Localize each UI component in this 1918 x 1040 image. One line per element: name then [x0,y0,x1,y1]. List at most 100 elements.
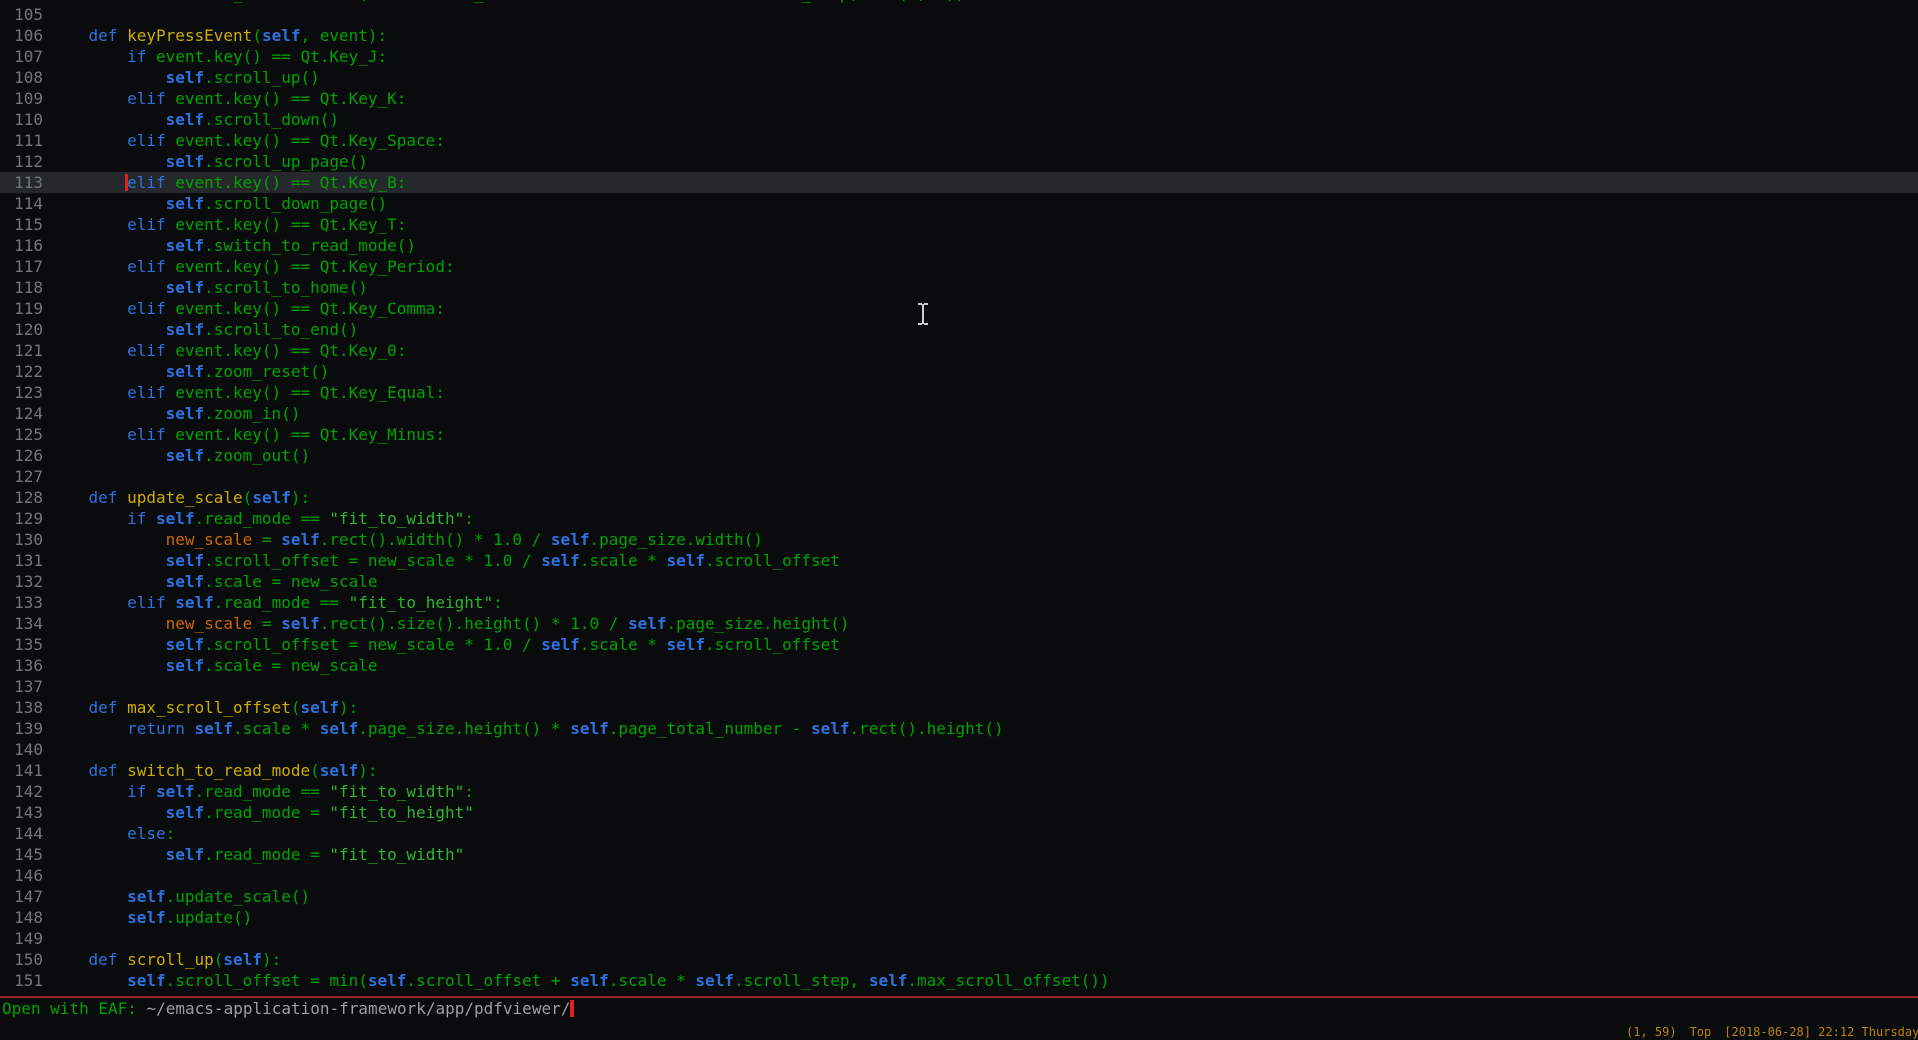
token: def [89,26,118,45]
code-line[interactable]: 139 return self.scale * self.page_size.h… [0,718,1918,739]
token [117,950,127,969]
token [166,593,176,612]
code-line[interactable]: 138 def max_scroll_offset(self): [0,697,1918,718]
code-line[interactable]: 120 self.scroll_to_end() [0,319,1918,340]
token: ( [310,761,320,780]
code-line[interactable]: 110 self.scroll_down() [0,109,1918,130]
token [50,551,166,570]
code-line[interactable]: 149 [0,928,1918,949]
line-number: 123 [0,382,43,403]
code-text: self.scale = new_scale [50,655,378,676]
token: : [464,782,474,801]
code-line[interactable]: 116 self.switch_to_read_mode() [0,235,1918,256]
code-line[interactable]: 128 def update_scale(self): [0,487,1918,508]
code-line[interactable]: 118 self.scroll_to_home() [0,277,1918,298]
token [146,509,156,528]
code-line[interactable]: 145 self.read_mode = "fit_to_width" [0,844,1918,865]
code-line[interactable]: 147 self.update_scale() [0,886,1918,907]
line-number: 106 [0,25,43,46]
token: .rect().width() * 1.0 / [320,530,551,549]
token: : [166,824,176,843]
code-line[interactable]: 151 self.scroll_offset = min(self.scroll… [0,970,1918,991]
token: new_scale [166,530,253,549]
code-line[interactable]: 133 elif self.read_mode == "fit_to_heigh… [0,592,1918,613]
code-line[interactable]: 121 elif event.key() == Qt.Key_0: [0,340,1918,361]
code-text: self.scroll_down_page() [50,193,387,214]
code-line[interactable]: 132 self.scale = new_scale [0,571,1918,592]
code-line[interactable]: 141 def switch_to_read_mode(self): [0,760,1918,781]
token [50,950,89,969]
code-text: elif event.key() == Qt.Key_B: [50,172,406,193]
token [50,152,166,171]
code-line[interactable]: 114 self.scroll_down_page() [0,193,1918,214]
code-line[interactable]: 140 [0,739,1918,760]
code-editor-buffer[interactable]: 104 self.scroll_offset = max(self.scroll… [0,0,1918,991]
code-line[interactable]: 130 new_scale = self.rect().width() * 1.… [0,529,1918,550]
code-line[interactable]: 148 self.update() [0,907,1918,928]
code-line[interactable]: 115 elif event.key() == Qt.Key_T: [0,214,1918,235]
code-text: def keyPressEvent(self, event): [50,25,387,46]
code-line[interactable]: 126 self.zoom_out() [0,445,1918,466]
code-line[interactable]: 109 elif event.key() == Qt.Key_K: [0,88,1918,109]
code-line[interactable]: 131 self.scroll_offset = new_scale * 1.0… [0,550,1918,571]
code-line[interactable]: 124 self.zoom_in() [0,403,1918,424]
token: .read_mode == [195,509,330,528]
token: new_scale [166,614,253,633]
code-line[interactable]: 135 self.scroll_offset = new_scale * 1.0… [0,634,1918,655]
token: scroll_up [127,950,214,969]
minibuffer[interactable]: Open with EAF: ~/emacs-application-frame… [2,998,574,1019]
code-line[interactable]: 122 self.zoom_reset() [0,361,1918,382]
token: .zoom_in() [204,404,300,423]
line-number: 149 [0,928,43,949]
token [50,215,127,234]
code-text: self.zoom_out() [50,445,310,466]
minibuffer-input[interactable]: ~/emacs-application-framework/app/pdfvie… [147,999,571,1018]
code-line[interactable]: 137 [0,676,1918,697]
code-text: self.read_mode = "fit_to_height" [50,802,474,823]
code-text: new_scale = self.rect().size().height() … [50,613,850,634]
code-line[interactable]: 106 def keyPressEvent(self, event): [0,25,1918,46]
code-line[interactable]: 143 self.read_mode = "fit_to_height" [0,802,1918,823]
token: ( [252,26,262,45]
token [50,341,127,360]
code-line[interactable]: 107 if event.key() == Qt.Key_J: [0,46,1918,67]
token: .scroll_offset [705,551,840,570]
token: "fit_to_width" [329,845,464,864]
code-line[interactable]: 146 [0,865,1918,886]
token: .scale = new_scale [204,656,377,675]
code-line[interactable]: 134 new_scale = self.rect().size().heigh… [0,613,1918,634]
token: self [320,719,359,738]
code-line[interactable]: 119 elif event.key() == Qt.Key_Comma: [0,298,1918,319]
code-line[interactable]: 129 if self.read_mode == "fit_to_width": [0,508,1918,529]
code-line[interactable]: 123 elif event.key() == Qt.Key_Equal: [0,382,1918,403]
code-line[interactable]: 112 self.scroll_up_page() [0,151,1918,172]
code-line[interactable]: 108 self.scroll_up() [0,67,1918,88]
code-line[interactable]: 117 elif event.key() == Qt.Key_Period: [0,256,1918,277]
code-line[interactable]: 136 self.scale = new_scale [0,655,1918,676]
line-number: 142 [0,781,43,802]
line-number: 113 [0,172,43,193]
token: def [89,761,118,780]
code-text: elif event.key() == Qt.Key_Period: [50,256,455,277]
code-text: if self.read_mode == "fit_to_width": [50,508,474,529]
code-line[interactable]: 144 else: [0,823,1918,844]
token: update_scale [127,488,243,507]
token: self [127,0,166,3]
token: ): [291,488,310,507]
code-line[interactable]: 150 def scroll_up(self): [0,949,1918,970]
token: .zoom_out() [204,446,310,465]
code-line[interactable]: 111 elif event.key() == Qt.Key_Space: [0,130,1918,151]
code-line-current[interactable]: 113 elif event.key() == Qt.Key_B: [0,172,1918,193]
token: , event): [300,26,387,45]
code-line[interactable]: 125 elif event.key() == Qt.Key_Minus: [0,424,1918,445]
token [50,782,127,801]
code-text: elif self.read_mode == "fit_to_height": [50,592,503,613]
token: self [695,0,734,3]
token: self [166,236,205,255]
code-line[interactable]: 127 [0,466,1918,487]
code-line[interactable]: 105 [0,4,1918,25]
token: elif [127,299,166,318]
token: ( [214,950,224,969]
code-line[interactable]: 142 if self.read_mode == "fit_to_width": [0,781,1918,802]
token: self [166,446,205,465]
